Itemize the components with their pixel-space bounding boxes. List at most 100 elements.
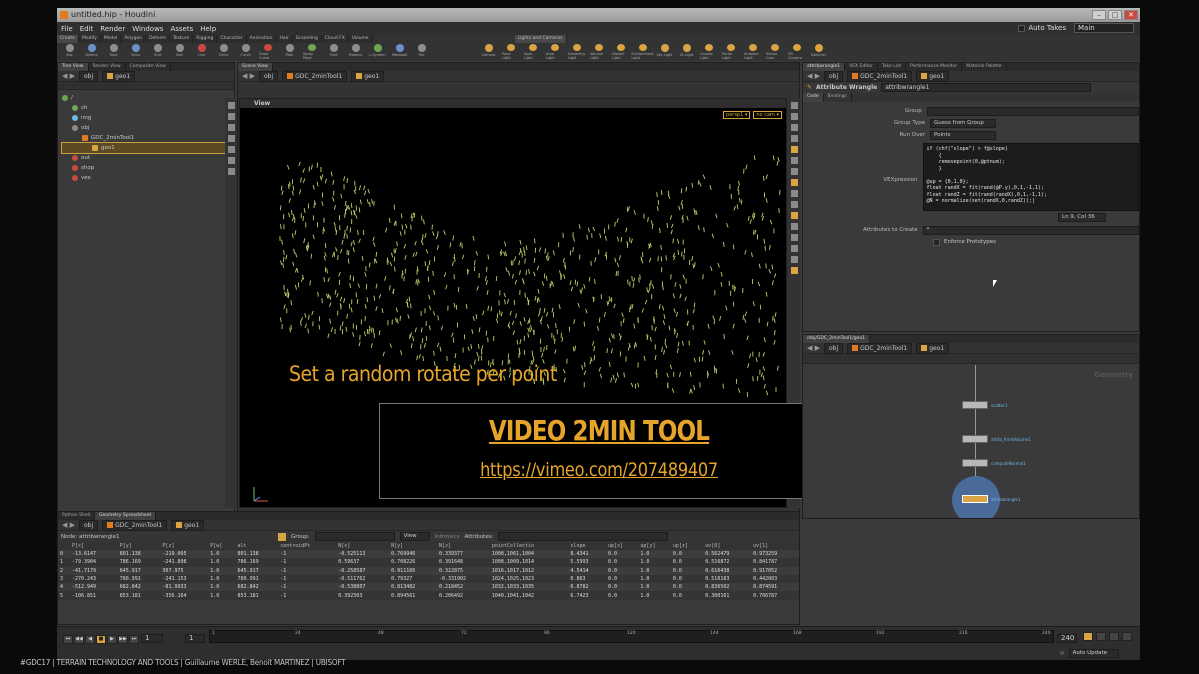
path-geo1[interactable]: geo1: [102, 70, 136, 82]
shelf-tool-geometry-light[interactable]: Geometry Light: [568, 44, 585, 60]
shelf-tool-spot-light[interactable]: Spot Light: [524, 44, 541, 60]
pose-tool-icon[interactable]: [227, 157, 235, 164]
stop-button[interactable]: ■: [96, 635, 106, 644]
guide-icon[interactable]: [790, 201, 798, 208]
auto-update-dropdown[interactable]: Auto Update: [1068, 649, 1119, 658]
column-header[interactable]: up[z]: [670, 542, 704, 550]
jump-start-button[interactable]: ⏮: [63, 635, 73, 644]
tree-item-out[interactable]: out: [62, 153, 230, 163]
shelf-tab-modify[interactable]: Modify: [78, 35, 101, 43]
menu-edit[interactable]: Edit: [80, 25, 94, 33]
shelf-tab-texture[interactable]: Texture: [169, 35, 194, 43]
column-header[interactable]: P[x]: [69, 542, 118, 550]
column-header[interactable]: up[y]: [638, 542, 671, 550]
shelf-tool-vr-camera[interactable]: VR Camera: [788, 44, 805, 60]
shelf-tab-deform[interactable]: Deform: [146, 35, 170, 43]
visualize-icon[interactable]: [790, 190, 798, 197]
group-field[interactable]: [926, 106, 1139, 116]
close-button[interactable]: ✕: [1124, 10, 1138, 20]
tree-item-root[interactable]: /: [62, 93, 230, 103]
lock-icon[interactable]: [790, 113, 798, 120]
display-option-icon[interactable]: [790, 102, 798, 109]
step-back-button[interactable]: ◀◀: [74, 635, 84, 644]
path-geo1[interactable]: geo1: [171, 519, 205, 531]
attrs-field[interactable]: *: [922, 225, 1139, 235]
grid-icon[interactable]: [790, 168, 798, 175]
path-gdc[interactable]: GDC_2minTool1: [282, 70, 348, 82]
menu-file[interactable]: File: [61, 25, 73, 33]
menu-windows[interactable]: Windows: [132, 25, 163, 33]
path-obj[interactable]: obj: [79, 70, 99, 82]
points-icon[interactable]: [790, 234, 798, 241]
group-filter-field[interactable]: [314, 532, 395, 541]
start-frame-field[interactable]: 1: [185, 634, 205, 643]
node-compute-normal[interactable]: [962, 459, 988, 467]
node-scatter[interactable]: [962, 401, 988, 409]
tree-item-img[interactable]: img: [62, 113, 230, 123]
shelf-tool-null[interactable]: Null: [171, 44, 188, 60]
shelf-tab-animation[interactable]: Animation: [246, 35, 277, 43]
tab-material-palette[interactable]: Material Palette: [962, 63, 1007, 71]
end-frame-field[interactable]: 240: [1057, 634, 1077, 643]
column-header[interactable]: N[y]: [389, 542, 437, 550]
tree-item-vex[interactable]: vex: [62, 173, 230, 183]
view-tool-icon[interactable]: [227, 168, 235, 175]
table-row[interactable]: 1 -79.3904 786.169 -241.808 1.0 786.169 -1 0.59…: [58, 558, 799, 567]
refresh-icon[interactable]: ⟳: [1060, 651, 1065, 657]
shelf-tool-switcher[interactable]: Switcher: [810, 44, 827, 60]
banner-url-link[interactable]: https://vimeo.com/207489407: [413, 459, 785, 481]
shelf-tool-spray-paint[interactable]: Spray Paint: [303, 44, 320, 60]
shelf-tab-polygon[interactable]: Polygon: [121, 35, 147, 43]
key-icon[interactable]: [1096, 632, 1106, 641]
geometry-spreadsheet[interactable]: P[x] P[y] P[z] P[w] alt centroidPt N[x] N[y] N[z…: [58, 542, 799, 600]
column-header[interactable]: alt: [235, 542, 279, 550]
jump-end-button[interactable]: ⏭: [129, 635, 139, 644]
table-row[interactable]: 5 -106.851 853.181 -356.164 1.0 853.181 -1 0.39…: [58, 591, 799, 600]
handle-tool-icon[interactable]: [227, 146, 235, 153]
handles-icon[interactable]: [790, 212, 798, 219]
column-header[interactable]: uv[1]: [751, 542, 799, 550]
shelf-tool-sky-light[interactable]: Sky Light: [656, 44, 673, 60]
snap-icon[interactable]: [790, 146, 798, 153]
shelf-tool-l-system[interactable]: L-System: [369, 44, 386, 60]
camera-icon[interactable]: [790, 124, 798, 131]
current-frame-field[interactable]: 1: [141, 634, 163, 643]
shelf-tool-distant-light[interactable]: Distant Light: [612, 44, 629, 60]
column-header[interactable]: P[w]: [208, 542, 236, 550]
shelf-tool-metaball[interactable]: Metaball: [391, 44, 408, 60]
shelf-tab-lights-and-cameras[interactable]: Lights and Cameras: [514, 35, 567, 43]
shelf-tool-sphere[interactable]: Sphere: [83, 44, 100, 60]
move-tool-icon[interactable]: [227, 113, 235, 120]
shelf-tool-draw-curve[interactable]: Draw Curve: [259, 44, 276, 60]
shelf-tool-camera[interactable]: Camera: [480, 44, 497, 60]
shelf-tool-tube[interactable]: Tube: [105, 44, 122, 60]
back-forward-icon[interactable]: ◀ ▶: [807, 344, 820, 352]
path-geo1[interactable]: geo1: [916, 70, 950, 82]
shelf-tool-line[interactable]: Line: [193, 44, 210, 60]
view-dropdown[interactable]: View: [399, 532, 430, 541]
path-geo1[interactable]: geo1: [351, 70, 385, 82]
shelf-tab-rigging[interactable]: Rigging: [193, 35, 218, 43]
options-icon[interactable]: [1122, 632, 1132, 641]
tab-bindings[interactable]: Bindings: [824, 93, 852, 102]
light-icon[interactable]: [790, 157, 798, 164]
column-header[interactable]: uv[0]: [703, 542, 752, 550]
column-header[interactable]: slope: [568, 542, 606, 550]
shelf-tab-volume[interactable]: Volume: [348, 35, 373, 43]
table-row[interactable]: 4 -512.949 682.842 -81.9933 1.0 682.842 -1 -0.5…: [58, 583, 799, 592]
points-mode-icon[interactable]: [278, 532, 286, 541]
shelf-tab-cloud-fx[interactable]: Cloud FX: [321, 35, 349, 43]
tree-item-obj[interactable]: obj: [62, 123, 230, 133]
shelf-tool-file[interactable]: File: [413, 44, 430, 60]
shelf-tool-font[interactable]: Font: [325, 44, 342, 60]
shelf-tool-gi-light[interactable]: GI Light: [678, 44, 695, 60]
table-row[interactable]: 0 -13.6147 801.138 -219.005 1.0 801.138 -1 -0.5…: [58, 550, 799, 559]
shelf-tool-platonic[interactable]: Platonic: [347, 44, 364, 60]
attributes-filter-field[interactable]: [498, 532, 669, 541]
column-header[interactable]: [58, 542, 70, 550]
run-over-dropdown[interactable]: Points: [930, 130, 996, 140]
shelf-tool-area-light[interactable]: Area Light: [546, 44, 563, 60]
column-header[interactable]: P[z]: [160, 542, 209, 550]
shading-icon[interactable]: [790, 179, 798, 186]
column-header[interactable]: centroidPt: [278, 542, 337, 550]
